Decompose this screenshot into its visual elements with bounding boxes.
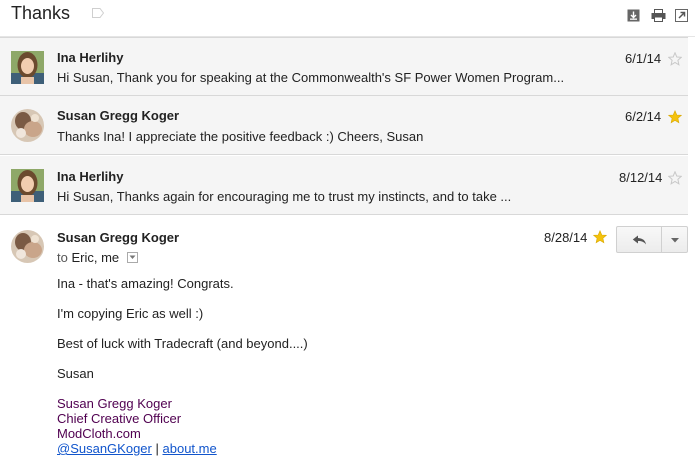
- star-icon[interactable]: [668, 52, 682, 66]
- star-icon[interactable]: [593, 230, 607, 244]
- recipients-prefix: to: [57, 250, 68, 265]
- avatar: [11, 51, 44, 84]
- print-icon[interactable]: [651, 9, 666, 22]
- avatar: [11, 169, 44, 202]
- recipients-line: to Eric, me: [57, 250, 138, 265]
- message-snippet: Hi Susan, Thanks again for encouraging m…: [57, 189, 512, 204]
- thread-header: Thanks: [0, 0, 695, 37]
- recipients-names: Eric, me: [71, 250, 120, 265]
- reply-button[interactable]: [616, 226, 662, 253]
- link-separator: |: [155, 441, 159, 456]
- avatar: [11, 109, 44, 142]
- signature: Susan Gregg Koger Chief Creative Officer…: [57, 396, 217, 456]
- show-details-icon[interactable]: [126, 252, 138, 264]
- star-icon[interactable]: [668, 171, 682, 185]
- twitter-link[interactable]: @SusanGKoger: [57, 441, 152, 456]
- message-date: 8/28/14: [544, 230, 588, 245]
- body-paragraph: Best of luck with Tradecraft (and beyond…: [57, 336, 308, 351]
- message-sender: Susan Gregg Koger: [57, 230, 180, 245]
- label-tag-icon[interactable]: [92, 8, 104, 18]
- expanded-message: Susan Gregg Koger to Eric, me 8/28/14 In…: [0, 218, 688, 461]
- website-link[interactable]: about.me: [163, 441, 217, 456]
- thread-subject: Thanks: [11, 3, 71, 23]
- message-sender: Susan Gregg Koger: [57, 108, 180, 123]
- signature-title: Chief Creative Officer: [57, 411, 182, 426]
- signature-name: Susan Gregg Koger: [57, 396, 172, 411]
- message-snippet: Thanks Ina! I appreciate the positive fe…: [57, 129, 424, 144]
- message-sender: Ina Herlihy: [57, 50, 124, 65]
- more-options-button[interactable]: [661, 226, 688, 253]
- star-icon[interactable]: [668, 110, 682, 124]
- message-date: 8/12/14: [619, 170, 663, 185]
- collapsed-message[interactable]: Ina Herlihy Hi Susan, Thank you for spea…: [0, 37, 688, 96]
- collapsed-message[interactable]: Ina Herlihy Hi Susan, Thanks again for e…: [0, 156, 688, 215]
- download-icon[interactable]: [627, 9, 640, 22]
- message-sender: Ina Herlihy: [57, 169, 124, 184]
- message-date: 6/2/14: [625, 109, 662, 124]
- message-date: 6/1/14: [625, 51, 662, 66]
- body-paragraph: Ina - that's amazing! Congrats.: [57, 276, 234, 291]
- body-paragraph: I'm copying Eric as well :): [57, 306, 204, 321]
- collapsed-message[interactable]: Susan Gregg Koger Thanks Ina! I apprecia…: [0, 96, 688, 155]
- reply-icon: [632, 235, 646, 245]
- new-window-icon[interactable]: [675, 9, 688, 22]
- body-paragraph: Susan: [57, 366, 94, 381]
- message-snippet: Hi Susan, Thank you for speaking at the …: [57, 70, 565, 85]
- signature-company: ModCloth.com: [57, 426, 141, 441]
- avatar: [11, 230, 44, 263]
- signature-links: @SusanGKoger | about.me: [57, 441, 217, 456]
- chevron-down-icon: [671, 238, 679, 243]
